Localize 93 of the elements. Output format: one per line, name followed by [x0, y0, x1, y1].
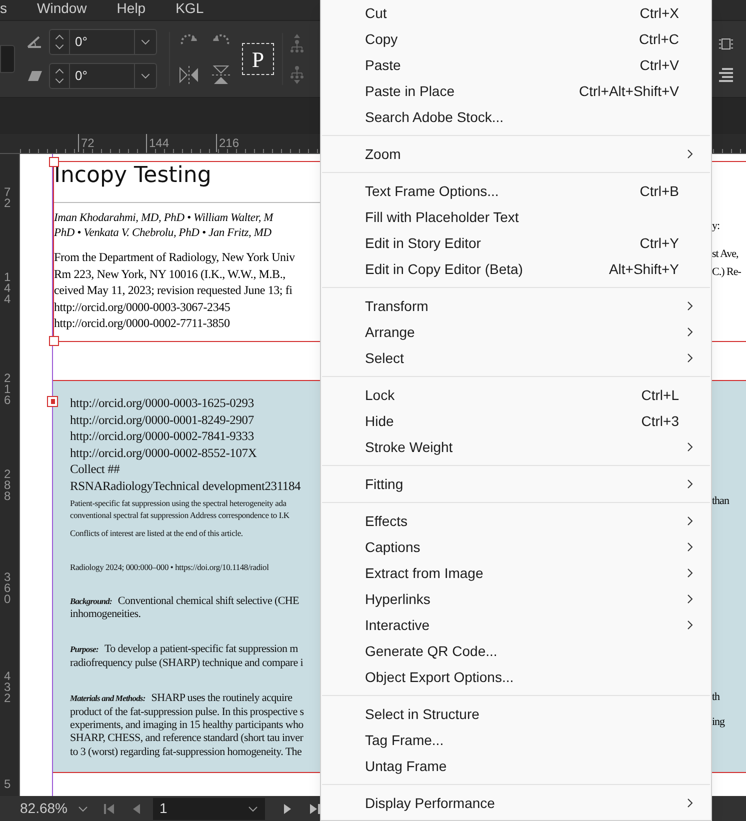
ruler-label: 360 — [4, 572, 11, 605]
shortcut-label: Ctrl+B — [640, 182, 679, 200]
menu-bar-item[interactable]: Window — [37, 0, 87, 16]
author-line: Iman Khodarahmi, MD, PhD • William Walter, M — [54, 211, 275, 226]
text-fragment: st Ave, — [712, 247, 738, 262]
ruler-label: 144 — [146, 134, 170, 152]
menu-item[interactable]: Generate QR Code... — [321, 638, 711, 664]
menu-item[interactable]: Captions — [321, 534, 711, 560]
menu-item[interactable]: Zoom — [321, 141, 711, 167]
text-line: http://orcid.org/0000-0002-7841-9333 — [70, 428, 255, 445]
text-line: http://orcid.org/0000-0002-7711-3850 — [54, 315, 231, 332]
menu-item[interactable]: Hyperlinks — [321, 586, 711, 612]
text-line: ceived May 11, 2023; revision requested June 13; fi — [54, 282, 294, 298]
menu-item[interactable]: Interactive — [321, 612, 711, 638]
text-fragment: than — [712, 494, 729, 509]
text-fragment: th — [712, 690, 720, 705]
text-fragment: ing — [712, 715, 725, 730]
ruler-label: 5 — [4, 779, 11, 790]
text-line: RSNARadiologyTechnical development231184 — [70, 478, 302, 495]
text-line: To develop a patient-specific fat suppression m — [104, 643, 298, 657]
menu-item[interactable]: Fitting — [321, 471, 711, 497]
text-fragment: C.) Re- — [712, 265, 741, 280]
zoom-level[interactable]: 82.68% — [20, 798, 68, 819]
shortcut-label: Ctrl+X — [640, 4, 679, 22]
ruler-label: 72 — [4, 187, 11, 209]
text-line: http://orcid.org/0000-0003-3067-2345 — [54, 298, 232, 315]
menu-item[interactable]: Lock Ctrl+L — [321, 382, 711, 408]
ruler-label: 144 — [4, 272, 11, 305]
text-line: product of the fat-suppression pulse. In this prospective s — [70, 706, 305, 719]
menu-item[interactable]: Display Performance — [321, 790, 711, 816]
menu-item[interactable]: Hide Ctrl+3 — [321, 408, 711, 434]
text-line: Radiology 2024; 000:000–000 • https://doi.org/10.1148/radiol — [70, 560, 270, 573]
menu-item[interactable]: Effects — [321, 508, 711, 534]
abstract-heading: Purpose: — [70, 643, 98, 656]
menu-item[interactable]: Tag Frame... — [321, 727, 711, 753]
text-line: conventional spectral fat suppression Address correspondence to I.K — [70, 508, 290, 521]
reference-point-button[interactable]: P — [242, 43, 274, 75]
ruler-label: 216 — [216, 134, 240, 152]
menu-item[interactable]: Extract from Image — [321, 560, 711, 586]
author-line: PhD • Venkata V. Chebrolu, PhD • Jan Fritz, MD — [54, 226, 272, 241]
menu-bar-item[interactable]: s — [0, 0, 7, 16]
menu-item[interactable]: Cut Ctrl+X — [321, 0, 711, 26]
abstract-heading: Materials and Methods: — [70, 692, 146, 706]
shear-angle-value: 0° — [74, 67, 88, 86]
menu-item[interactable]: Untag Frame — [321, 753, 711, 779]
text-line: radiofrequency pulse (SHARP) technique and compare i — [70, 656, 304, 670]
menu-item[interactable]: Object Export Options... — [321, 664, 711, 690]
menu-bar-item[interactable]: Help — [116, 0, 146, 16]
abstract-heading: Background: — [70, 594, 112, 608]
rotate-angle-field[interactable]: 0° — [49, 29, 157, 55]
text-line: SHARP, CHESS, and reference standard (short tau inver — [70, 732, 304, 746]
shortcut-label: Ctrl+Y — [640, 234, 679, 252]
menu-item[interactable]: Paste in Place Ctrl+Alt+Shift+V — [321, 78, 711, 104]
menu-item[interactable]: Transform — [321, 293, 711, 319]
text-fragment: y: — [712, 219, 720, 234]
shortcut-label: Ctrl+Alt+Shift+V — [579, 82, 679, 100]
menu-item[interactable]: Edit in Copy Editor (Beta) Alt+Shift+Y — [321, 256, 711, 282]
text-line: Patient-specific fat suppression using the spectral heterogeneity ada — [70, 496, 288, 509]
text-line: Conflicts of interest are listed at the end of this article. — [70, 526, 244, 539]
text-line: inhomogeneities. — [70, 608, 142, 622]
menu-bar-item[interactable]: KGL — [176, 0, 204, 16]
shortcut-label: Ctrl+3 — [641, 412, 679, 430]
menu-item[interactable]: Text Frame Options... Ctrl+B — [321, 178, 711, 204]
ruler-label: 288 — [4, 469, 11, 502]
text-line: http://orcid.org/0000-0001-8249-2907 — [70, 412, 255, 428]
shortcut-label: Ctrl+V — [640, 56, 679, 74]
shortcut-label: Ctrl+C — [638, 30, 679, 48]
text-line: experiments, and imaging in 15 healthy participants who — [70, 719, 304, 732]
menu-item[interactable]: Stroke Weight — [321, 434, 711, 460]
text-line: Collect ## — [70, 461, 121, 478]
text-line: Conventional chemical shift selective (CHE — [118, 594, 299, 608]
text-line: http://orcid.org/0000-0003-1625-0293 — [70, 395, 255, 412]
shortcut-label: Ctrl+L — [641, 386, 679, 404]
menu-item[interactable]: Fill with Placeholder Text — [321, 204, 711, 230]
rotate-angle-value: 0° — [74, 33, 88, 52]
ruler-label: 216 — [4, 373, 11, 406]
text-line: http://orcid.org/0000-0002-8552-107X — [70, 444, 258, 462]
text-line: Rm 223, New York, NY 10016 (I.K., W.W., M.B., — [54, 266, 286, 282]
text-line: to 3 (worst) regarding fat-suppression homogeneity. The — [70, 746, 303, 760]
menu-item[interactable]: Arrange — [321, 319, 711, 345]
page-number-field[interactable]: 1 — [153, 798, 266, 820]
text-line: From the Department of Radiology, New York Univ — [54, 249, 296, 266]
menu-item[interactable]: Paste Ctrl+V — [321, 52, 711, 78]
menu-item[interactable]: Select in Structure — [321, 701, 711, 727]
shortcut-label: Alt+Shift+Y — [608, 260, 679, 278]
shear-angle-field[interactable]: 0° — [49, 63, 157, 89]
ruler-label: 432 — [4, 671, 11, 704]
ruler-label: 72 — [78, 134, 94, 152]
text-line: SHARP uses the routinely acquire — [151, 692, 292, 706]
menu-item[interactable]: Edit in Story Editor Ctrl+Y — [321, 230, 711, 256]
document-title: Incopy Testing — [54, 163, 212, 189]
menu-item[interactable]: Select — [321, 345, 711, 371]
menu-item[interactable]: Copy Ctrl+C — [321, 26, 711, 52]
